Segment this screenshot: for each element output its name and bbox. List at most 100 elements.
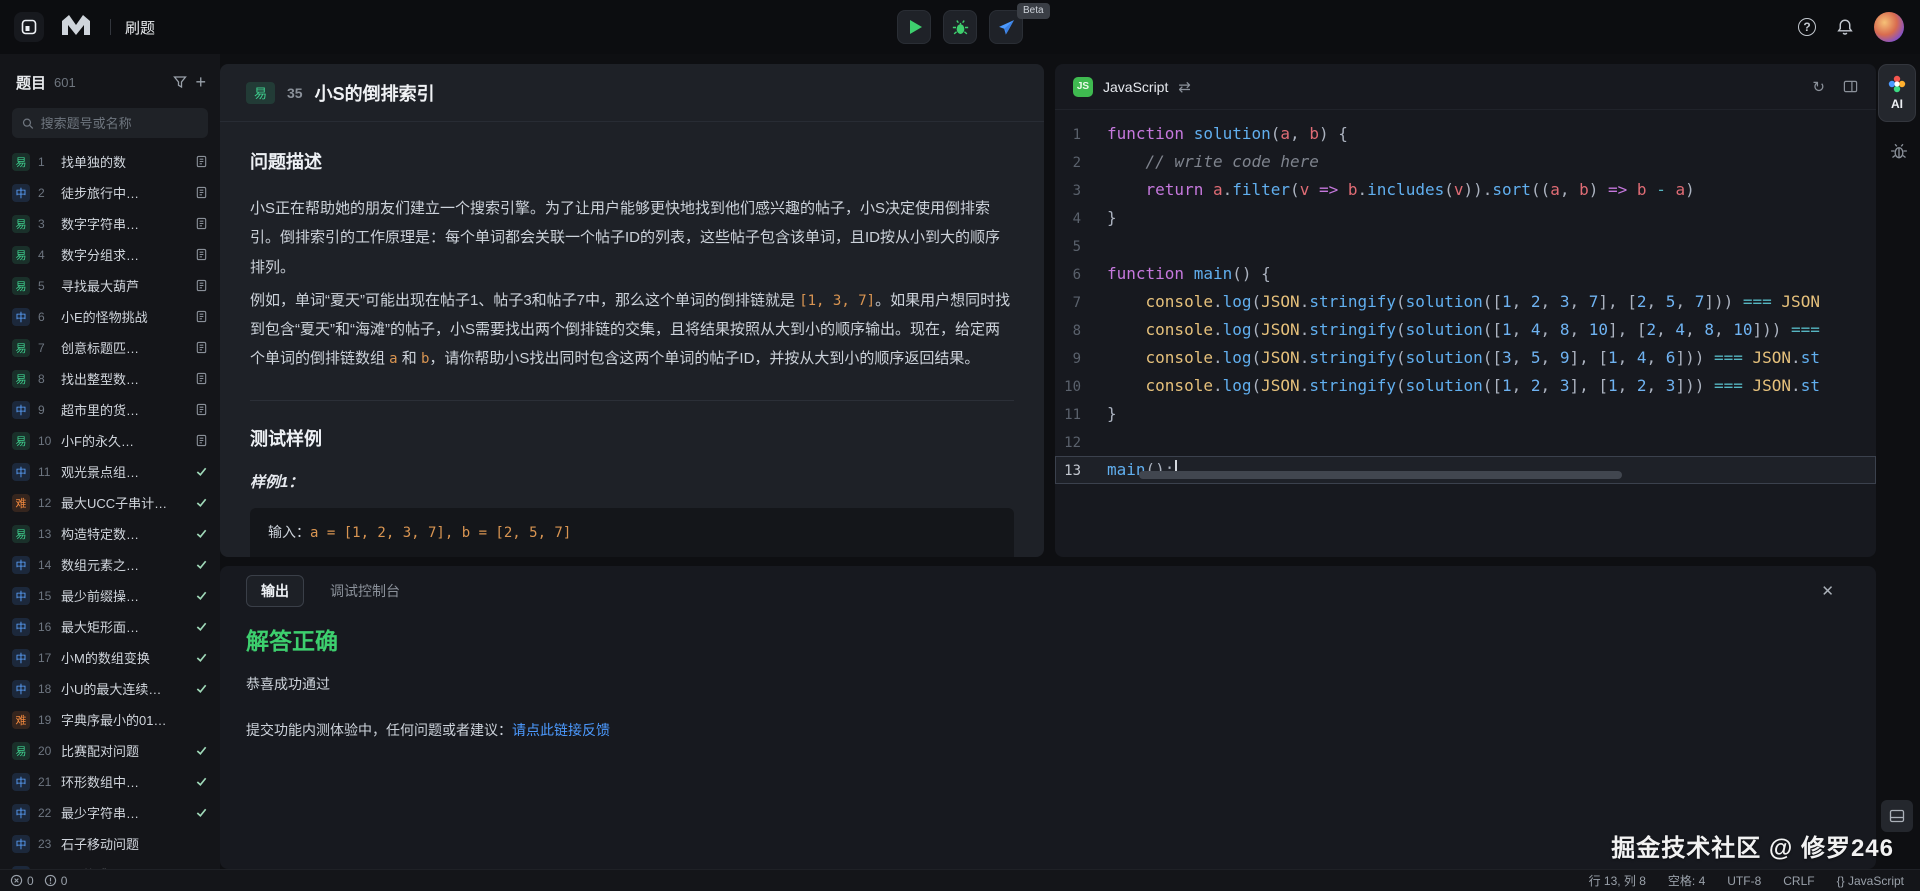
code-line[interactable]: 13main(); (1055, 456, 1876, 484)
list-item[interactable]: 中18小U的最大连续… (0, 673, 220, 704)
list-item[interactable]: 中14数组元素之… (0, 549, 220, 580)
problem-name: 环形数组中… (61, 772, 187, 791)
run-button[interactable] (897, 10, 931, 44)
submit-button[interactable]: Beta (989, 10, 1023, 44)
marscode-logo-icon[interactable] (58, 13, 96, 42)
difficulty-badge: 易 (12, 370, 30, 388)
list-item[interactable]: 易3数字字符串… (0, 208, 220, 239)
list-item[interactable]: 中21环形数组中… (0, 766, 220, 797)
difficulty-badge: 易 (246, 82, 275, 104)
list-item[interactable]: 中9超市里的货… (0, 394, 220, 425)
bell-icon[interactable] (1836, 18, 1854, 36)
check-icon (195, 558, 208, 571)
difficulty-badge: 中 (12, 804, 30, 822)
problem-number: 23 (38, 837, 53, 851)
tab-debug-console[interactable]: 调试控制台 (330, 581, 400, 601)
description-heading: 问题描述 (250, 148, 1014, 174)
app-logo-icon[interactable] (14, 12, 44, 42)
code-line[interactable]: 3 return a.filter(v => b.includes(v)).so… (1055, 176, 1876, 204)
help-icon[interactable]: ? (1798, 18, 1816, 36)
search-input[interactable] (41, 116, 198, 131)
list-item[interactable]: 中23石子移动问题 (0, 828, 220, 859)
user-avatar[interactable] (1874, 12, 1904, 42)
play-icon (910, 20, 922, 34)
list-item[interactable]: 中15最少前缀操… (0, 580, 220, 611)
list-item[interactable]: 易13构造特定数… (0, 518, 220, 549)
code-line[interactable]: 1function solution(a, b) { (1055, 120, 1876, 148)
code-line[interactable]: 8 console.log(JSON.stringify(solution([1… (1055, 316, 1876, 344)
add-icon[interactable]: + (195, 73, 206, 91)
list-item[interactable]: 易20比赛配对问题 (0, 735, 220, 766)
list-item[interactable]: 易8找出整型数… (0, 363, 220, 394)
cursor-position[interactable]: 行 13, 列 8 (1589, 872, 1646, 889)
horizontal-scrollbar[interactable] (1139, 471, 1622, 479)
code-line[interactable]: 2 // write code here (1055, 148, 1876, 176)
list-item[interactable]: 中17小M的数组变换 (0, 642, 220, 673)
problem-number: 18 (38, 682, 53, 696)
problem-number: 5 (38, 279, 53, 293)
list-item[interactable]: 中16最大矩形面… (0, 611, 220, 642)
note-icon (195, 403, 208, 416)
warning-icon (44, 874, 57, 887)
tab-output[interactable]: 输出 (246, 575, 304, 607)
list-item[interactable]: 易10小F的永久… (0, 425, 220, 456)
list-item[interactable]: 中11观光景点组… (0, 456, 220, 487)
list-item[interactable]: 中2徒步旅行中… (0, 177, 220, 208)
code-line[interactable]: 6function main() { (1055, 260, 1876, 288)
search-box[interactable] (12, 108, 208, 138)
note-icon (195, 186, 208, 199)
ai-flower-icon (1888, 75, 1906, 93)
line-number: 7 (1055, 289, 1107, 316)
switch-language-icon[interactable]: ⇄ (1178, 78, 1191, 96)
search-icon (22, 117, 34, 130)
debug-run-button[interactable] (943, 10, 977, 44)
code-line[interactable]: 4} (1055, 204, 1876, 232)
code-editor[interactable]: 1function solution(a, b) {2 // write cod… (1055, 110, 1876, 484)
difficulty-badge: 难 (12, 494, 30, 512)
note-icon (195, 372, 208, 385)
problem-name: 观光景点组… (61, 462, 187, 481)
list-item[interactable]: 易1找单独的数 (0, 146, 220, 177)
eol-setting[interactable]: CRLF (1783, 874, 1814, 888)
list-item[interactable]: 难19字典序最小的01… (0, 704, 220, 735)
debug-sidebar-icon[interactable] (1890, 142, 1908, 165)
check-icon (195, 744, 208, 757)
note-icon (195, 279, 208, 292)
indent-setting[interactable]: 空格: 4 (1668, 872, 1705, 889)
editor-panel: JS JavaScript ⇄ ↻ 1function solution(a, … (1055, 64, 1876, 557)
check-icon (195, 744, 208, 757)
problem-number: 35 (287, 85, 303, 101)
problem-number: 4 (38, 248, 53, 262)
code-line[interactable]: 12 (1055, 428, 1876, 456)
list-item[interactable]: 易7创意标题匹… (0, 332, 220, 363)
reset-code-icon[interactable]: ↻ (1812, 78, 1825, 96)
encoding[interactable]: UTF-8 (1727, 874, 1761, 888)
errors-status[interactable]: 0 (10, 874, 34, 888)
close-icon[interactable]: ✕ (1821, 582, 1834, 600)
code-line[interactable]: 9 console.log(JSON.stringify(solution([3… (1055, 344, 1876, 372)
list-item[interactable]: 中24小P的跳… (0, 859, 220, 869)
warnings-status[interactable]: 0 (44, 874, 68, 888)
code-line[interactable]: 11} (1055, 400, 1876, 428)
list-item[interactable]: 易5 寻找最大葫芦 (0, 270, 220, 301)
problem-number: 20 (38, 744, 53, 758)
language-mode[interactable]: {} JavaScript (1837, 874, 1904, 888)
feedback-link[interactable]: 请点此链接反馈 (512, 722, 610, 738)
problem-number: 3 (38, 217, 53, 231)
list-item[interactable]: 中6小E的怪物挑战 (0, 301, 220, 332)
note-icon (195, 310, 208, 323)
split-view-icon[interactable] (1843, 79, 1858, 94)
problem-name: 寻找最大葫芦 (61, 276, 187, 295)
code-lines: 1function solution(a, b) {2 // write cod… (1055, 120, 1876, 484)
list-item[interactable]: 易4数字分组求… (0, 239, 220, 270)
list-item[interactable]: 难12最大UCC子串计… (0, 487, 220, 518)
difficulty-badge: 易 (12, 277, 30, 295)
ai-assistant-button[interactable]: AI (1878, 64, 1916, 122)
code-line[interactable]: 10 console.log(JSON.stringify(solution([… (1055, 372, 1876, 400)
code-line[interactable]: 5 (1055, 232, 1876, 260)
problem-title: 小S的倒排索引 (315, 80, 435, 106)
code-line[interactable]: 7 console.log(JSON.stringify(solution([1… (1055, 288, 1876, 316)
problem-name: 小U的最大连续… (61, 679, 187, 698)
filter-icon[interactable] (173, 75, 187, 89)
list-item[interactable]: 中22最少字符串… (0, 797, 220, 828)
